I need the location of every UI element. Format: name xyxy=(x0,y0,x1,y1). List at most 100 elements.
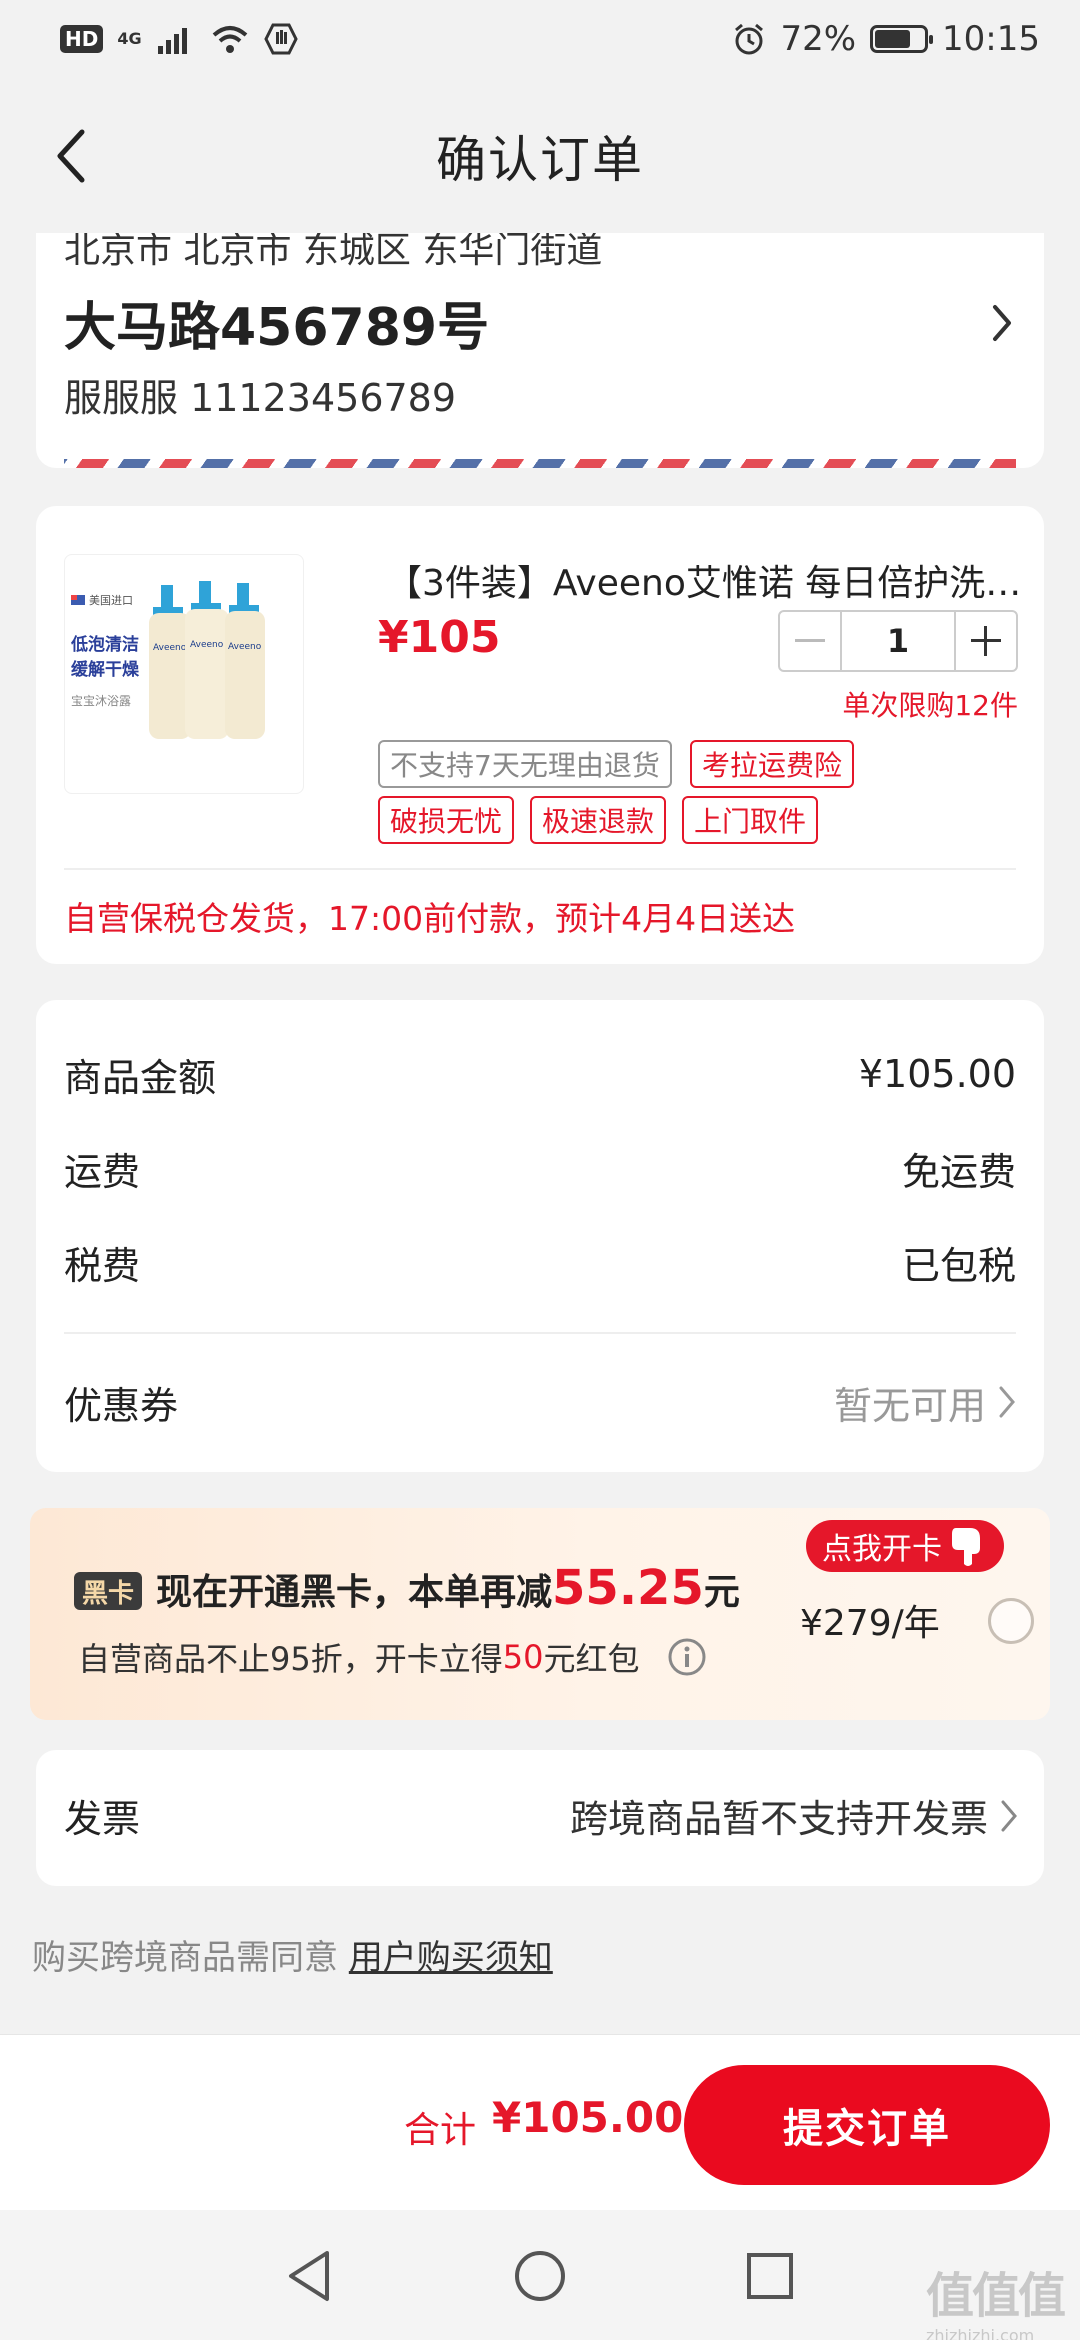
tag-shipping-insurance[interactable]: 考拉运费险 xyxy=(690,740,855,788)
goods-amount-label: 商品金额 xyxy=(64,1055,217,1100)
chevron-right-icon xyxy=(999,1386,1015,1418)
black-card-discount: 55.25 xyxy=(552,1560,704,1616)
watermark-logo: 值值值 xyxy=(926,2268,1066,2324)
agreement-link[interactable]: 用户购买须知 xyxy=(349,1938,553,1978)
system-nav-bar xyxy=(0,2210,1080,2340)
product-name[interactable]: 【3件装】Aveeno艾惟诺 每日倍护洗… xyxy=(386,554,1026,606)
tag-damage-free[interactable]: 破损无忧 xyxy=(378,796,515,844)
clock: 10:15 xyxy=(942,19,1040,59)
svg-text:Aveeno: Aveeno xyxy=(228,642,262,652)
svg-text:Aveeno: Aveeno xyxy=(190,640,224,650)
square-recents-icon xyxy=(747,2253,793,2299)
chevron-right-icon xyxy=(982,293,1022,353)
coupon-row[interactable]: 优惠券 暂无可用 xyxy=(64,1372,1016,1432)
quantity-increase-button[interactable] xyxy=(956,612,1016,670)
circle-home-icon xyxy=(515,2251,565,2301)
product-price: ¥105 xyxy=(378,612,501,663)
chevron-right-icon xyxy=(1001,1800,1017,1831)
network-type: 4G xyxy=(117,29,142,48)
quantity-decrease-button[interactable] xyxy=(780,612,840,670)
wifi-icon xyxy=(212,26,247,53)
delivery-info: 自营保税仓发货，17:00前付款，预计4月4日送达 xyxy=(64,899,796,938)
address-card[interactable]: 北京市 北京市 东城区 东华门街道 大马路456789号 服服服 1112345… xyxy=(36,233,1044,468)
nav-bar: 确认订单 xyxy=(0,78,1080,233)
battery-percent: 72% xyxy=(780,19,857,59)
total-value: ¥105.00 xyxy=(492,2093,684,2142)
back-button[interactable] xyxy=(30,116,110,196)
airmail-border xyxy=(64,459,1016,468)
shipping-row: 运费 免运费 xyxy=(64,1138,1016,1198)
address-region: 北京市 北京市 东城区 东华门街道 xyxy=(64,233,603,271)
shipping-label: 运费 xyxy=(64,1149,141,1194)
coupon-label: 优惠券 xyxy=(64,1383,179,1428)
invoice-card[interactable]: 发票 跨境商品暂不支持开发票 xyxy=(36,1750,1044,1886)
agreement-text: 购买跨境商品需同意 xyxy=(32,1938,349,1978)
status-left: HD 4G xyxy=(60,22,298,56)
black-card-sub-amount: 50 xyxy=(502,1638,544,1676)
invoice-value: 跨境商品暂不支持开发票 xyxy=(569,1797,988,1841)
plus-icon xyxy=(971,626,1001,656)
hd-badge: HD xyxy=(60,25,104,53)
battery-icon xyxy=(870,25,934,53)
tag-no-return: 不支持7天无理由退货 xyxy=(378,740,672,788)
bottle-right: Aveeno xyxy=(225,583,265,739)
bottle-middle: Aveeno xyxy=(185,581,229,739)
quantity-value[interactable]: 1 xyxy=(840,612,956,670)
black-card-subtitle: 自营商品不止95折，开卡立得 50 元红包 xyxy=(78,1634,707,1680)
black-card-title: 现在开通黑卡，本单再减 55.25 元 xyxy=(156,1560,740,1616)
quantity-stepper: 1 xyxy=(778,610,1018,672)
bottle-left: Aveeno xyxy=(149,585,191,739)
black-card-promo[interactable]: 黑卡 现在开通黑卡，本单再减 55.25 元 自营商品不止95折，开卡立得 50… xyxy=(30,1508,1050,1720)
alarm-icon xyxy=(735,23,764,55)
black-card-title-suffix: 元 xyxy=(703,1572,740,1613)
product-image-line2: 缓解干燥 xyxy=(71,659,140,680)
submit-order-button[interactable]: 提交订单 xyxy=(684,2065,1050,2185)
address-street: 大马路456789号 xyxy=(64,298,490,358)
goods-amount-value: ¥105.00 xyxy=(858,1052,1016,1096)
black-card-badge: 黑卡 xyxy=(74,1572,143,1610)
watermark-url: zhizhizhi.com xyxy=(926,2326,1035,2340)
goods-amount-row: 商品金额 ¥105.00 xyxy=(64,1044,1016,1104)
divider xyxy=(64,1332,1016,1334)
invoice-value-wrap: 跨境商品暂不支持开发票 xyxy=(570,1788,1018,1843)
pointing-hand-icon xyxy=(952,1528,980,1566)
tag-door-pickup[interactable]: 上门取件 xyxy=(682,796,819,844)
divider xyxy=(64,868,1016,870)
signal-icon xyxy=(157,28,187,54)
tax-label: 税费 xyxy=(64,1243,141,1288)
open-card-label: 点我开卡 xyxy=(822,1532,942,1567)
product-card: 美国进口 低泡清洁 缓解干燥 宝宝沐浴露 Aveeno Aveeno Aveen… xyxy=(36,506,1044,964)
black-card-radio[interactable] xyxy=(988,1598,1034,1644)
page-title: 确认订单 xyxy=(436,130,644,189)
nav-back-button[interactable] xyxy=(280,2246,340,2306)
tag-fast-refund[interactable]: 极速退款 xyxy=(530,796,667,844)
checkout-bar: 合计 ¥105.00 提交订单 xyxy=(0,2034,1080,2210)
minus-icon xyxy=(795,639,825,642)
product-image-line1: 低泡清洁 xyxy=(70,634,139,655)
coupon-value-wrap: 暂无可用 xyxy=(834,1375,1016,1430)
black-card-price: ¥279/年 xyxy=(800,1603,940,1644)
price-summary-card: 商品金额 ¥105.00 运费 免运费 税费 已包税 优惠券 暂无可用 xyxy=(36,1000,1044,1472)
tax-value: 已包税 xyxy=(901,1243,1016,1288)
nav-recents-button[interactable] xyxy=(740,2246,800,2306)
info-icon[interactable] xyxy=(667,1637,707,1677)
product-image[interactable]: 美国进口 低泡清洁 缓解干燥 宝宝沐浴露 Aveeno Aveeno Aveen… xyxy=(64,554,304,794)
purchase-agreement: 购买跨境商品需同意 用户购买须知 xyxy=(32,1930,553,1979)
coupon-value: 暂无可用 xyxy=(833,1383,986,1428)
black-card-title-prefix: 现在开通黑卡，本单再减 xyxy=(156,1572,553,1613)
product-image-line3: 宝宝沐浴露 xyxy=(71,694,131,708)
nav-home-button[interactable] xyxy=(510,2246,570,2306)
invoice-label: 发票 xyxy=(64,1797,141,1841)
open-card-button[interactable]: 点我开卡 xyxy=(806,1520,1004,1572)
black-card-sub-prefix: 自营商品不止95折，开卡立得 xyxy=(78,1640,503,1678)
status-bar: HD 4G 72% 10:15 xyxy=(0,0,1080,78)
status-right: 72% 10:15 xyxy=(732,19,1040,59)
tax-row: 税费 已包税 xyxy=(64,1232,1016,1292)
battery-fill xyxy=(875,30,910,48)
total-label: 合计 xyxy=(404,2110,477,2151)
hand-shield-icon xyxy=(263,23,298,55)
triangle-back-icon xyxy=(289,2251,329,2301)
product-image-origin: 美国进口 xyxy=(89,594,133,607)
address-contact: 服服服 11123456789 xyxy=(64,376,457,420)
watermark: 值值值 zhizhizhi.com xyxy=(926,2256,1076,2340)
